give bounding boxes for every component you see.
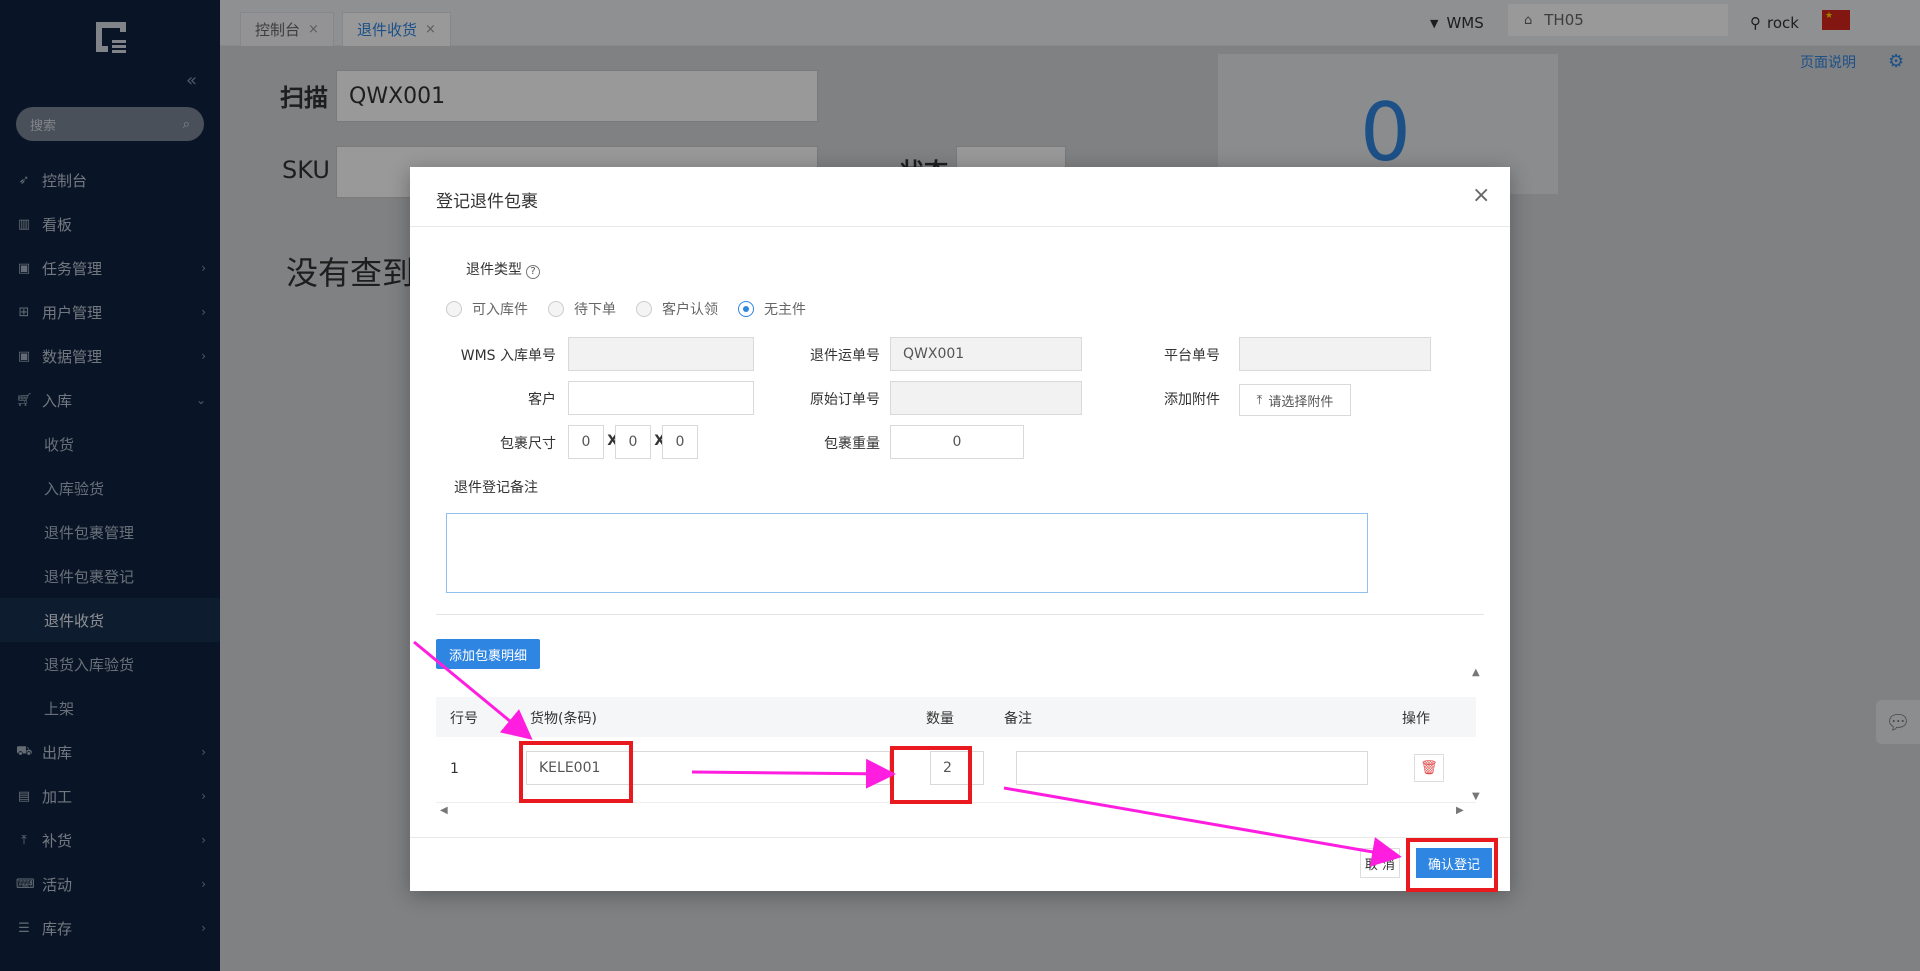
radio-dot (738, 301, 754, 317)
col-header-row: 行号 (450, 711, 478, 727)
radio-returnable[interactable]: 可入库件 (446, 299, 528, 319)
divider (410, 837, 1510, 838)
row-number: 1 (450, 761, 459, 777)
scroll-right-icon[interactable]: ▶ (1456, 805, 1464, 816)
original-order-label: 原始订单号 (810, 392, 880, 408)
package-weight-label: 包裹重量 (824, 436, 880, 452)
radio-label: 无主件 (764, 302, 806, 318)
help-icon[interactable]: ? (526, 265, 540, 279)
highlight-box-qty (890, 746, 972, 804)
note-input[interactable] (1016, 751, 1368, 785)
cancel-button[interactable]: 取 消 (1360, 848, 1400, 878)
customer-label: 客户 (528, 392, 556, 408)
return-type-label-text: 退件类型 (466, 262, 522, 278)
original-order-field[interactable] (890, 381, 1082, 415)
radio-dot (548, 301, 564, 317)
highlight-box-confirm (1406, 838, 1498, 892)
radio-pending-order[interactable]: 待下单 (548, 299, 616, 319)
trash-icon: 🗑︎ (1420, 760, 1438, 776)
select-attachment-button[interactable]: ⤒ 请选择附件 (1239, 384, 1351, 416)
tracking-number-label: 退件运单号 (810, 348, 880, 364)
radio-label: 客户认领 (662, 302, 718, 318)
scroll-left-icon[interactable]: ◀ (440, 805, 448, 816)
platform-number-field[interactable] (1239, 337, 1431, 371)
radio-label: 待下单 (574, 302, 616, 318)
remark-label: 退件登记备注 (454, 480, 538, 496)
return-type-label: 退件类型? (466, 259, 540, 279)
dialog-title: 登记退件包裹 (436, 192, 538, 212)
radio-dot (446, 301, 462, 317)
tracking-number-field[interactable]: QWX001 (890, 337, 1082, 371)
col-header-goods: 货物(条码) (530, 711, 597, 727)
highlight-box-goods (519, 741, 633, 803)
upload-icon: ⤒ (1256, 392, 1263, 408)
divider (436, 614, 1484, 615)
radio-customer-claim[interactable]: 客户认领 (636, 299, 718, 319)
wms-inbound-field[interactable] (568, 337, 754, 371)
close-icon[interactable]: × (1472, 183, 1490, 208)
return-type-radio-group: 可入库件 待下单 客户认领 无主件 (446, 299, 826, 319)
select-attachment-label: 请选择附件 (1268, 394, 1334, 410)
platform-number-label: 平台单号 (1164, 348, 1220, 364)
scroll-up-icon[interactable]: ▲ (1472, 667, 1480, 678)
detail-table-header: 行号 货物(条码) 数量 备注 操作 (436, 697, 1476, 737)
radio-unclaimed[interactable]: 无主件 (738, 299, 806, 319)
package-length-field[interactable]: 0 (568, 425, 604, 459)
package-height-field[interactable]: 0 (662, 425, 698, 459)
radio-dot (636, 301, 652, 317)
customer-field[interactable] (568, 381, 754, 415)
col-header-qty: 数量 (926, 711, 954, 727)
package-width-field[interactable]: 0 (615, 425, 651, 459)
radio-label: 可入库件 (472, 302, 528, 318)
divider (410, 226, 1510, 227)
package-weight-field[interactable]: 0 (890, 425, 1024, 459)
wms-inbound-label: WMS 入库单号 (460, 348, 556, 364)
attachment-label: 添加附件 (1164, 392, 1220, 408)
col-header-note: 备注 (1004, 711, 1032, 727)
col-header-ops: 操作 (1402, 711, 1430, 727)
scroll-down-icon[interactable]: ▼ (1472, 791, 1480, 802)
remark-textarea[interactable] (446, 513, 1368, 593)
delete-row-button[interactable]: 🗑︎ (1414, 754, 1444, 782)
package-size-label: 包裹尺寸 (500, 436, 556, 452)
add-package-detail-button[interactable]: 添加包裹明细 (436, 639, 540, 669)
